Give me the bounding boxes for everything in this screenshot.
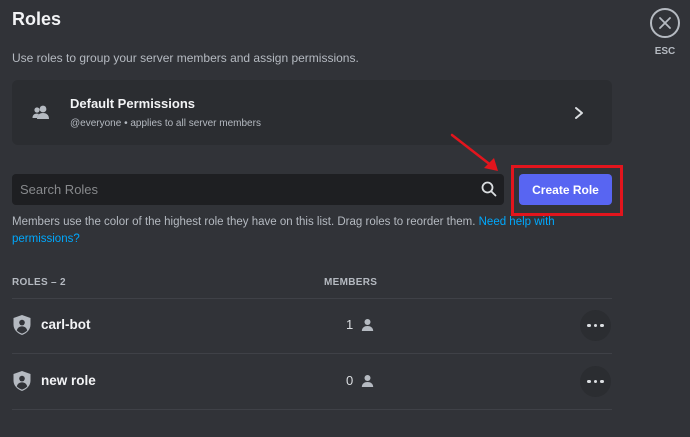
help-text: Members use the color of the highest rol… bbox=[12, 214, 612, 248]
page-subtitle: Use roles to group your server members a… bbox=[12, 51, 359, 65]
role-name: carl-bot bbox=[41, 317, 91, 332]
role-row[interactable]: new role 0 bbox=[12, 354, 612, 409]
role-shield-icon bbox=[13, 371, 31, 391]
role-shield-icon bbox=[13, 315, 31, 335]
more-dot-icon bbox=[587, 323, 591, 328]
help-description: Members use the color of the highest rol… bbox=[12, 216, 479, 228]
close-button[interactable]: ESC bbox=[648, 8, 682, 57]
member-icon bbox=[361, 319, 374, 331]
more-options-button[interactable] bbox=[580, 310, 611, 341]
more-dot-icon bbox=[593, 323, 598, 328]
default-permissions-title: Default Permissions bbox=[70, 96, 195, 111]
search-icon[interactable] bbox=[481, 181, 497, 197]
members-column-header: MEMBERS bbox=[324, 277, 378, 288]
role-name: new role bbox=[41, 373, 96, 388]
default-permissions-subtitle: @everyone • applies to all server member… bbox=[70, 118, 261, 129]
member-count: 0 bbox=[346, 373, 354, 388]
more-dot-icon bbox=[593, 379, 598, 384]
more-dot-icon bbox=[600, 323, 604, 328]
page-title: Roles bbox=[12, 9, 62, 29]
chevron-right-icon bbox=[575, 107, 583, 119]
close-label: ESC bbox=[654, 46, 676, 57]
members-icon bbox=[32, 105, 49, 119]
member-icon bbox=[361, 375, 374, 387]
search-input[interactable] bbox=[12, 174, 472, 205]
row-divider bbox=[12, 409, 612, 410]
search-roles-box[interactable] bbox=[12, 174, 504, 205]
more-dot-icon bbox=[587, 379, 591, 384]
more-options-button[interactable] bbox=[580, 366, 611, 397]
member-count: 1 bbox=[346, 317, 354, 332]
role-row[interactable]: carl-bot 1 bbox=[12, 298, 612, 353]
create-role-button[interactable]: Create Role bbox=[519, 174, 612, 205]
more-dot-icon bbox=[600, 379, 604, 384]
roles-column-header: ROLES – 2 bbox=[12, 277, 66, 288]
close-icon[interactable] bbox=[650, 8, 680, 38]
annotation-arrow bbox=[450, 133, 498, 171]
default-permissions-card[interactable]: Default Permissions @everyone • applies … bbox=[12, 80, 612, 145]
